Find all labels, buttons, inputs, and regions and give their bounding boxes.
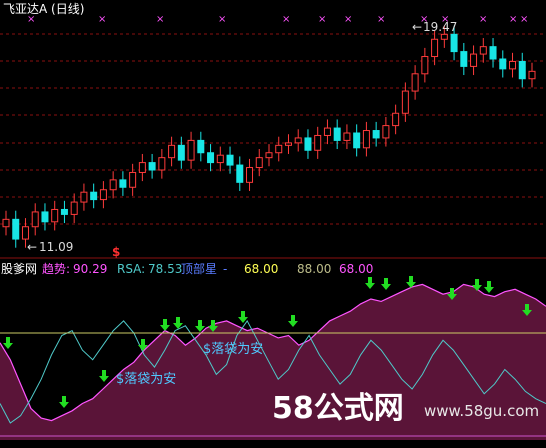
watermark-logo: 58公式网 (272, 391, 404, 426)
candle-body-38 (372, 130, 380, 139)
buy-arrow-icon-4 (160, 319, 170, 331)
top-marker-11: × (509, 14, 517, 25)
candle-body-21 (207, 152, 215, 164)
candle-body-39 (382, 125, 390, 139)
candle-body-25 (246, 167, 254, 183)
top-marker-2: × (156, 14, 164, 25)
candle-body-45 (440, 33, 448, 40)
sell-signal-icon: $ (112, 245, 121, 259)
candle-body-28 (275, 144, 283, 154)
buy-arrow-icon-15 (484, 281, 494, 293)
candle-body-48 (470, 53, 478, 67)
candle-body-36 (353, 132, 361, 149)
candle-body-40 (392, 112, 400, 127)
top-marker-6: × (344, 14, 352, 25)
buy-arrow-icon-2 (99, 370, 109, 382)
candle-body-9 (90, 191, 98, 201)
line1-value: 68.00 (244, 262, 279, 276)
top-marker-12: × (520, 14, 528, 25)
candle-body-0 (2, 218, 10, 228)
candle-body-34 (333, 127, 341, 141)
rsa-label: RSA: (117, 262, 146, 276)
buy-arrow-icon-9 (288, 315, 298, 327)
candle-body-31 (304, 137, 312, 151)
candle-body-42 (411, 73, 419, 92)
buy-arrow-icon-0 (3, 337, 13, 349)
buy-arrow-icon-10 (365, 277, 375, 289)
candle-body-35 (343, 132, 351, 141)
candle-body-46 (450, 33, 458, 53)
candle-body-52 (509, 60, 517, 70)
candle-body-53 (518, 60, 526, 80)
candle-body-4 (41, 211, 49, 223)
candle-body-51 (499, 58, 507, 70)
candle-body-54 (528, 70, 536, 80)
candle-body-49 (479, 46, 487, 55)
rsa-value: 78.53 (148, 262, 183, 276)
buy-arrow-icon-1 (59, 396, 69, 408)
top-marker-3: × (218, 14, 226, 25)
candle-body-24 (236, 164, 244, 183)
top-star-label: 顶部星 (181, 262, 218, 276)
low-price-label: 11.09 (39, 240, 74, 254)
candle-body-19 (187, 139, 195, 161)
candle-body-15 (148, 162, 156, 171)
line3-value: 68.00 (339, 262, 374, 276)
top-marker-10: × (479, 14, 487, 25)
candle-body-8 (80, 191, 88, 203)
candle-body-32 (314, 134, 322, 151)
candle-body-18 (177, 144, 185, 161)
candle-body-37 (362, 130, 370, 149)
candle-body-27 (265, 152, 273, 159)
top-marker-7: × (377, 14, 385, 25)
top-marker-1: × (98, 14, 106, 25)
candle-body-14 (138, 162, 146, 173)
high-price-label: 19.47 (423, 20, 458, 34)
candle-body-5 (51, 208, 59, 223)
buy-arrow-icon-11 (381, 278, 391, 290)
candle-body-3 (31, 211, 39, 228)
low-price-arrow-icon: ← (27, 240, 38, 254)
top-star-value: - (223, 262, 228, 276)
high-price-arrow-icon: ← (412, 20, 423, 34)
candle-body-16 (158, 157, 166, 171)
candle-body-20 (197, 139, 205, 154)
candle-body-29 (284, 142, 292, 146)
candle-body-50 (489, 46, 497, 60)
stock-chart-window: × × × × × × × × × × × × × 飞亚达A (日线) 19.47 ← ← 11.09 … (0, 0, 546, 444)
top-marker-4: × (282, 14, 290, 25)
candle-body-43 (421, 56, 429, 75)
candle-body-47 (460, 51, 468, 67)
line2-value: 88.00 (297, 262, 332, 276)
candle-body-7 (70, 201, 78, 215)
candle-body-26 (255, 157, 263, 169)
candle-body-1 (12, 218, 20, 240)
candle-body-33 (323, 127, 331, 136)
candle-body-23 (226, 154, 234, 166)
sell-signal-text-1: $落袋为安 (116, 372, 177, 387)
sell-signal-text-2: $落袋为安 (203, 342, 264, 357)
candle-body-13 (129, 171, 137, 188)
candle-body-2 (21, 226, 29, 240)
candle-body-12 (119, 179, 127, 188)
candle-body-44 (431, 38, 439, 58)
trend-label: 趋势: (42, 262, 71, 276)
candle-body-6 (60, 208, 68, 215)
indicator-name: 股爹网 (1, 262, 38, 276)
candle-body-41 (401, 90, 409, 114)
candle-body-22 (216, 154, 224, 164)
top-marker-5: × (318, 14, 326, 25)
trend-value: 90.29 (73, 262, 108, 276)
candle-body-10 (99, 189, 107, 201)
candle-body-11 (109, 179, 117, 191)
candle-body-30 (294, 137, 302, 144)
watermark-url: www.58gu.com (424, 402, 540, 420)
candle-body-17 (168, 144, 176, 159)
chart-canvas[interactable]: × × × × × × × × × × × × × (0, 0, 546, 444)
chart-title: 飞亚达A (日线) (3, 2, 85, 16)
